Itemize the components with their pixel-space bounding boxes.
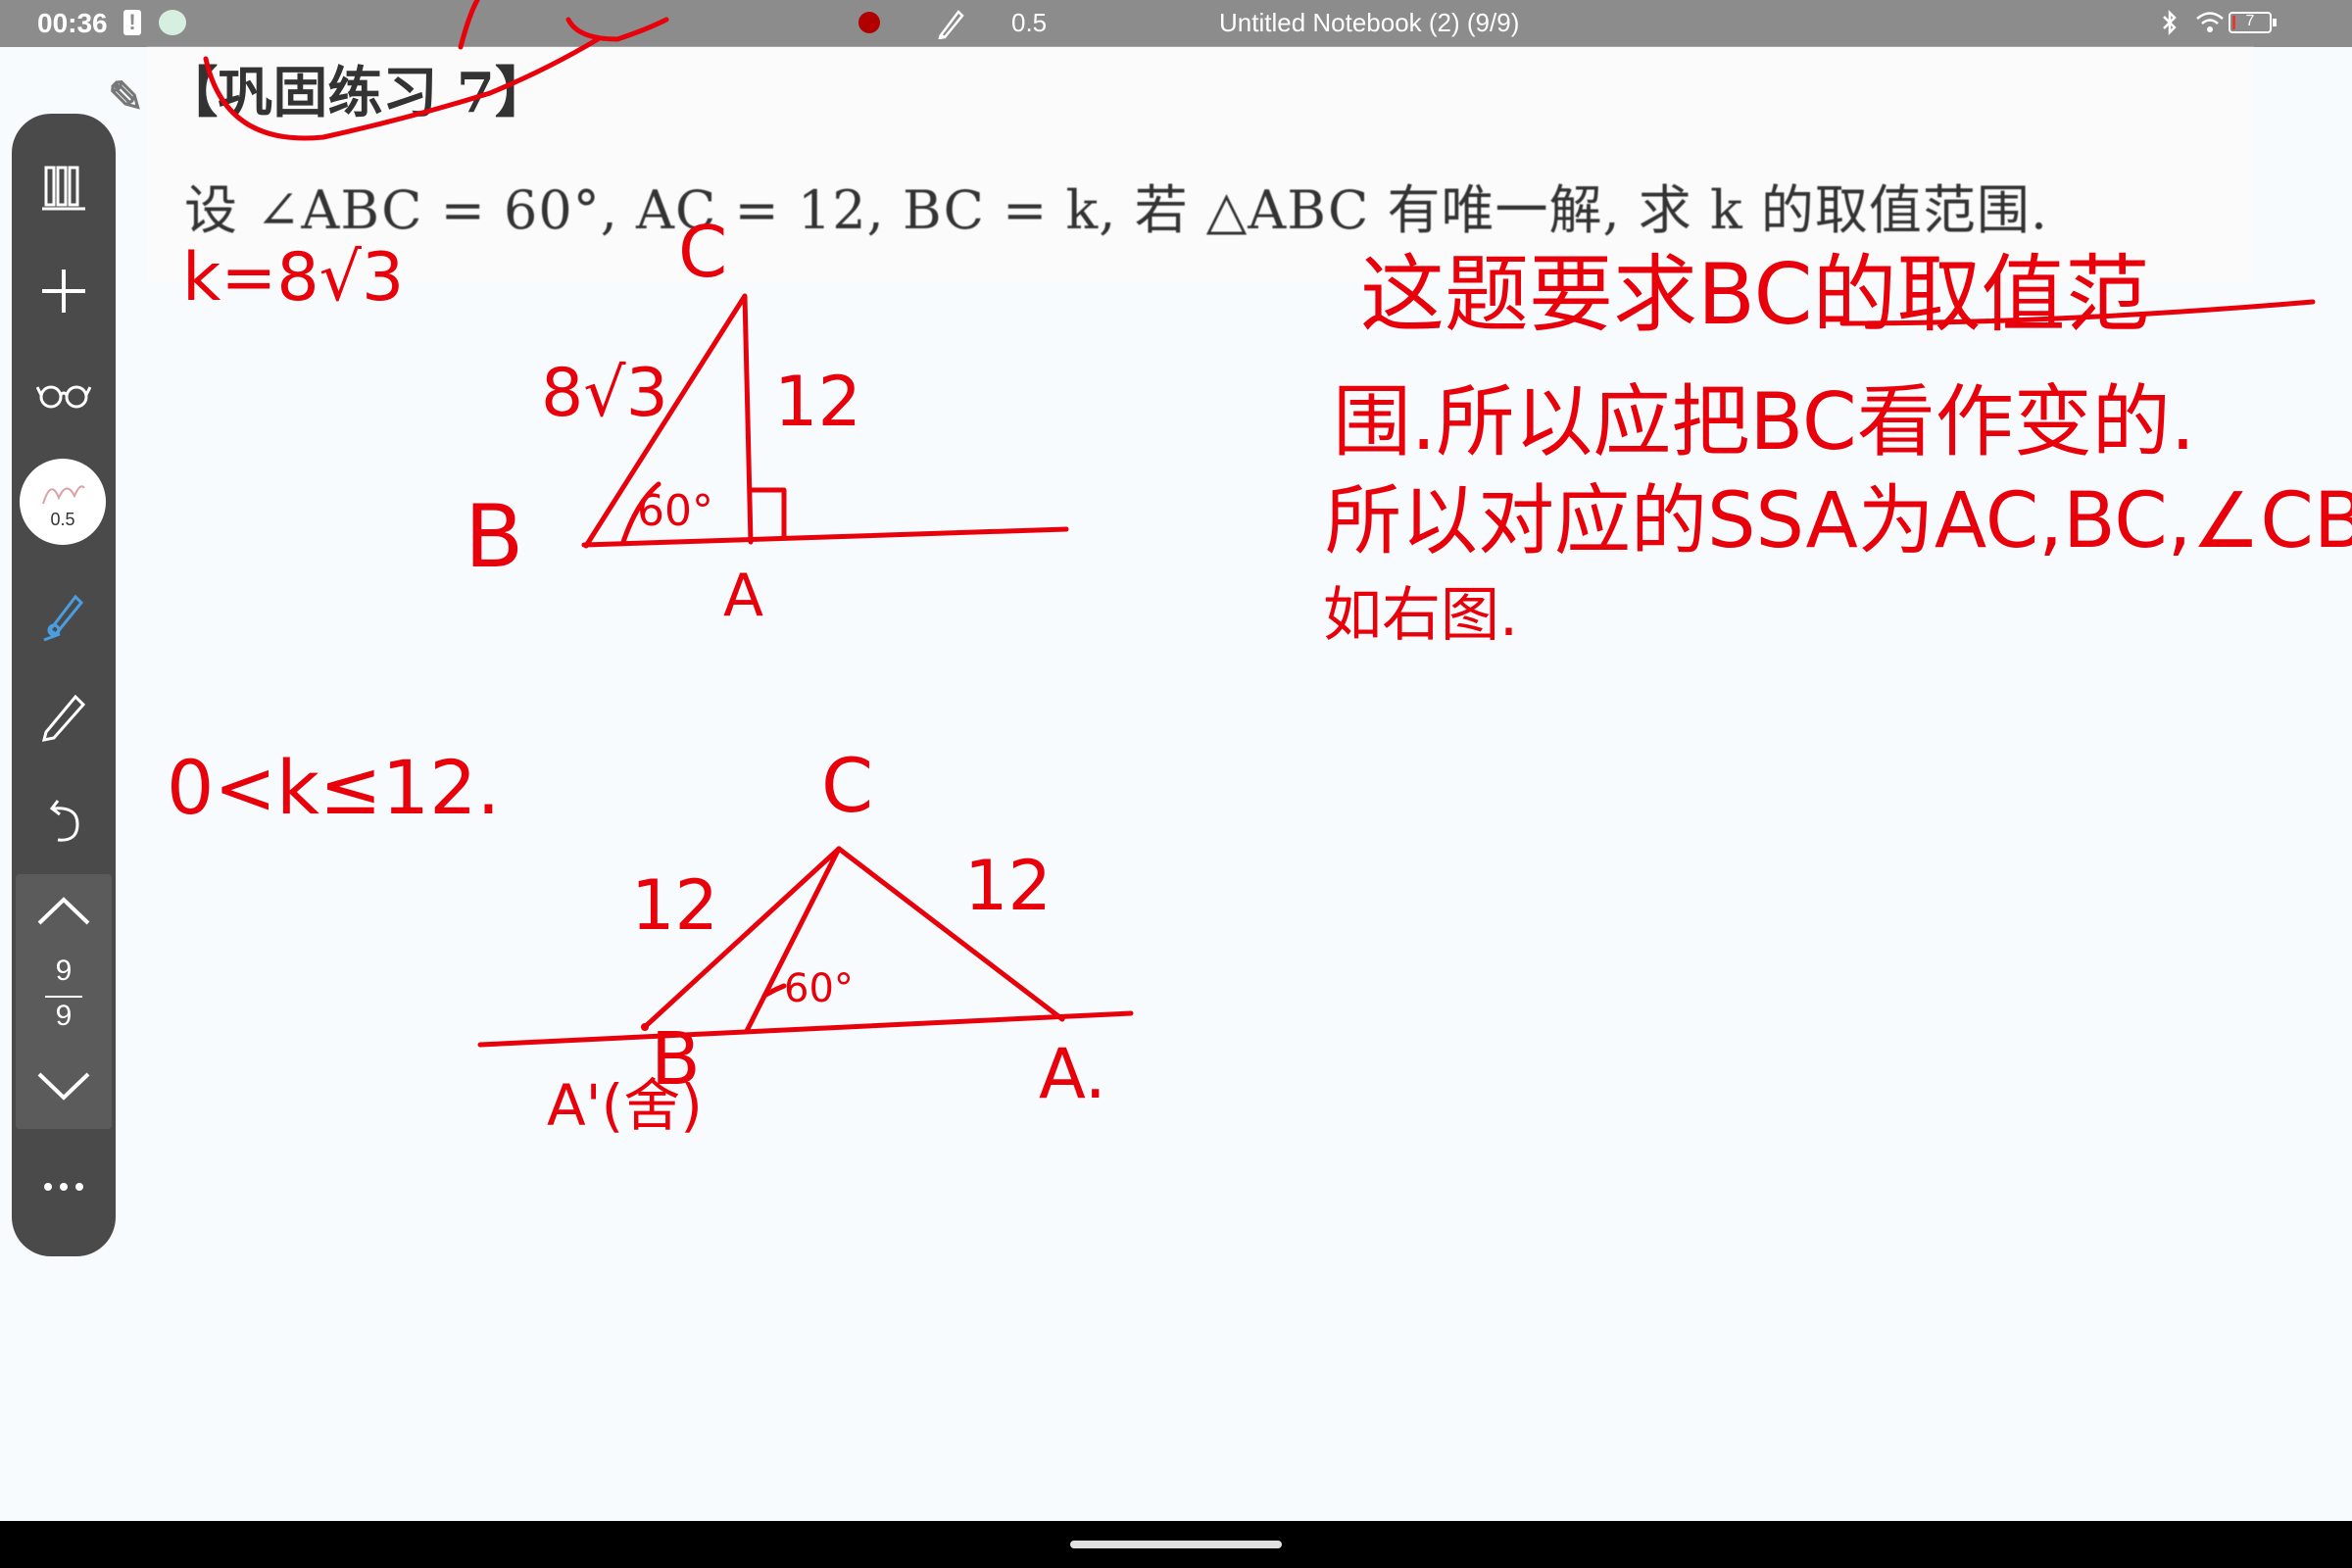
figure-2-triangle: C B A. A'(舍) 12 12 60° bbox=[477, 742, 1134, 1139]
page-down-icon[interactable] bbox=[16, 1056, 112, 1115]
more-button[interactable] bbox=[29, 1152, 98, 1221]
home-gesture-handle[interactable] bbox=[1070, 1541, 1282, 1548]
highlighter-button[interactable] bbox=[29, 580, 98, 649]
page-total: 9 bbox=[55, 1000, 73, 1032]
note-line-4: 如右图. bbox=[1323, 581, 1518, 650]
explanation-note: 这题要求BC的取值范 围.所以应把BC看作变的. 所以对应的SSA为AC,BC,… bbox=[1323, 246, 2352, 650]
pen-width-value: 0.5 bbox=[1011, 8, 1048, 37]
undo-icon bbox=[49, 800, 79, 842]
battery-level: 7 bbox=[2245, 13, 2255, 29]
fig2-label-b: B bbox=[651, 1017, 701, 1102]
section-title: ✎ 【巩固练习 7】 bbox=[108, 49, 550, 128]
section-title-text: 【巩固练习 7】 bbox=[163, 61, 550, 125]
note-line-3: 所以对应的SSA为AC,BC,∠CBA. bbox=[1325, 477, 2352, 565]
alert-icon: ! bbox=[123, 10, 141, 35]
add-icon bbox=[42, 270, 85, 313]
page-current: 9 bbox=[55, 955, 73, 987]
page-navigator: 9 9 bbox=[16, 874, 112, 1129]
pen-width-icon bbox=[42, 485, 85, 505]
undo-button[interactable] bbox=[29, 786, 98, 855]
system-nav-bar bbox=[0, 1521, 2352, 1568]
library-button[interactable] bbox=[29, 153, 98, 221]
fig2-label-c: C bbox=[821, 742, 873, 829]
fig2-label-a-prime: A'(舍) bbox=[547, 1072, 703, 1139]
fig1-label-b: B bbox=[465, 486, 523, 587]
page-up-icon[interactable] bbox=[16, 882, 112, 941]
notebook-title: Untitled Notebook (2) (9/9) bbox=[1219, 8, 1520, 37]
library-icon bbox=[42, 166, 85, 211]
highlighter-icon bbox=[43, 594, 84, 642]
pencil-button[interactable] bbox=[29, 680, 98, 749]
fig1-angle: 60° bbox=[637, 486, 713, 536]
fig2-side-right: 12 bbox=[964, 846, 1052, 926]
glasses-icon bbox=[36, 385, 91, 409]
fig1-label-a: A bbox=[723, 562, 763, 630]
app-notification-icon bbox=[159, 10, 186, 35]
toolbar-pen-width: 0.5 bbox=[50, 510, 75, 529]
fig1-side-ac: 12 bbox=[774, 362, 861, 442]
note-underline bbox=[1839, 299, 2316, 326]
answer: 0<k≤12. bbox=[167, 744, 501, 831]
fig2-label-a: A. bbox=[1039, 1034, 1106, 1114]
problem-statement: 设 ∠ABC = 60°, AC = 12, BC = k, 若 △ABC 有唯… bbox=[184, 179, 2048, 241]
pencil-icon bbox=[41, 694, 86, 742]
status-bar: 00:36 ! 0.5 Untitled Notebook (2) (9/9) … bbox=[0, 0, 2352, 47]
pen-icon[interactable] bbox=[937, 6, 966, 39]
fig1-side-bc: 8√3 bbox=[541, 355, 668, 432]
more-icon bbox=[44, 1183, 83, 1191]
wifi-icon bbox=[2196, 12, 2224, 32]
pencil-bullet-icon: ✎ bbox=[108, 73, 144, 122]
battery-icon: 7 bbox=[2229, 12, 2277, 33]
fig2-side-left: 12 bbox=[631, 865, 718, 946]
fig2-angle: 60° bbox=[784, 966, 854, 1011]
clock: 00:36 bbox=[37, 8, 108, 38]
bluetooth-icon bbox=[2163, 9, 2177, 36]
view-mode-button[interactable] bbox=[29, 359, 98, 427]
pen-width-button[interactable]: 0.5 bbox=[20, 459, 106, 545]
left-toolbar: 0.5 9 9 bbox=[12, 114, 116, 1256]
add-page-button[interactable] bbox=[29, 257, 98, 325]
note-line-2: 围.所以应把BC看作变的. bbox=[1333, 376, 2195, 467]
record-icon[interactable] bbox=[858, 12, 880, 33]
